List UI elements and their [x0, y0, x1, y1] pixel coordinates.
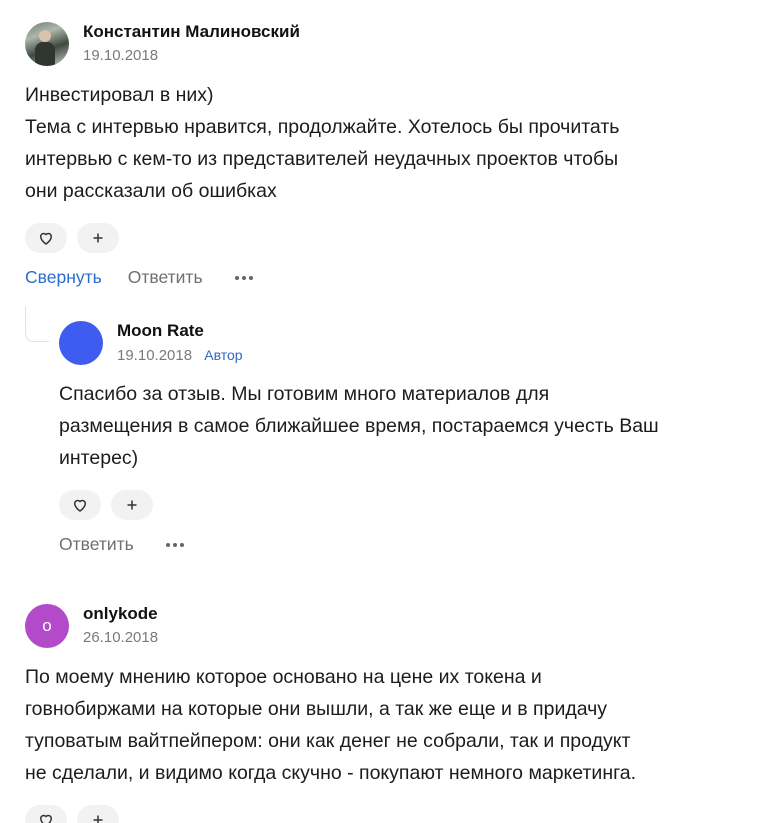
heart-icon	[73, 499, 87, 512]
comment-actions: Ответить	[59, 534, 759, 555]
comment: Константин Малиновский 19.10.2018 Инвест…	[25, 21, 745, 288]
reactions	[25, 805, 745, 823]
plus-icon	[93, 233, 103, 243]
plus-icon	[93, 815, 103, 823]
comment-actions: Свернуть Ответить	[25, 267, 745, 288]
add-reaction-button[interactable]	[77, 805, 119, 823]
author-name[interactable]: Константин Малиновский	[83, 21, 300, 43]
comments-page: Константин Малиновский 19.10.2018 Инвест…	[0, 0, 777, 823]
comment: o onlykode 26.10.2018 По моему мнению ко…	[25, 603, 745, 823]
comment-date: 26.10.2018	[83, 629, 159, 646]
comment-date: 19.10.2018	[83, 47, 159, 64]
add-reaction-button[interactable]	[111, 490, 153, 520]
add-reaction-button[interactable]	[77, 223, 119, 253]
like-button[interactable]	[59, 490, 101, 520]
like-button[interactable]	[25, 805, 67, 823]
plus-icon	[127, 500, 137, 510]
avatar[interactable]: o	[25, 604, 69, 648]
reply-button[interactable]: Ответить	[128, 267, 203, 288]
comment-reply: Moon Rate 19.10.2018 Автор Спасибо за от…	[59, 320, 759, 555]
comment-header: Moon Rate 19.10.2018 Автор	[59, 320, 759, 366]
comment-text: Инвестировал в них) Тема с интервью нрав…	[25, 84, 620, 202]
collapse-button[interactable]: Свернуть	[25, 267, 102, 288]
reply-button[interactable]: Ответить	[59, 534, 134, 555]
reactions	[59, 490, 759, 520]
heart-icon	[39, 232, 53, 245]
comment-text: Спасибо за отзыв. Мы готовим много матер…	[59, 383, 659, 469]
comment-date: 19.10.2018	[117, 346, 193, 364]
reactions	[25, 223, 745, 253]
more-dots-icon[interactable]	[234, 275, 253, 280]
avatar[interactable]	[25, 22, 69, 66]
comment-header: o onlykode 26.10.2018	[25, 603, 745, 649]
like-button[interactable]	[25, 223, 67, 253]
more-dots-icon[interactable]	[165, 542, 184, 547]
author-name[interactable]: Moon Rate	[117, 320, 243, 342]
comment-header: Константин Малиновский 19.10.2018	[25, 21, 745, 67]
author-badge: Автор	[204, 346, 243, 363]
comment-text: По моему мнению которое основано на цене…	[25, 666, 637, 784]
heart-icon	[39, 814, 53, 823]
avatar[interactable]	[59, 321, 103, 365]
thread-connector	[25, 306, 49, 342]
author-name[interactable]: onlykode	[83, 603, 158, 625]
